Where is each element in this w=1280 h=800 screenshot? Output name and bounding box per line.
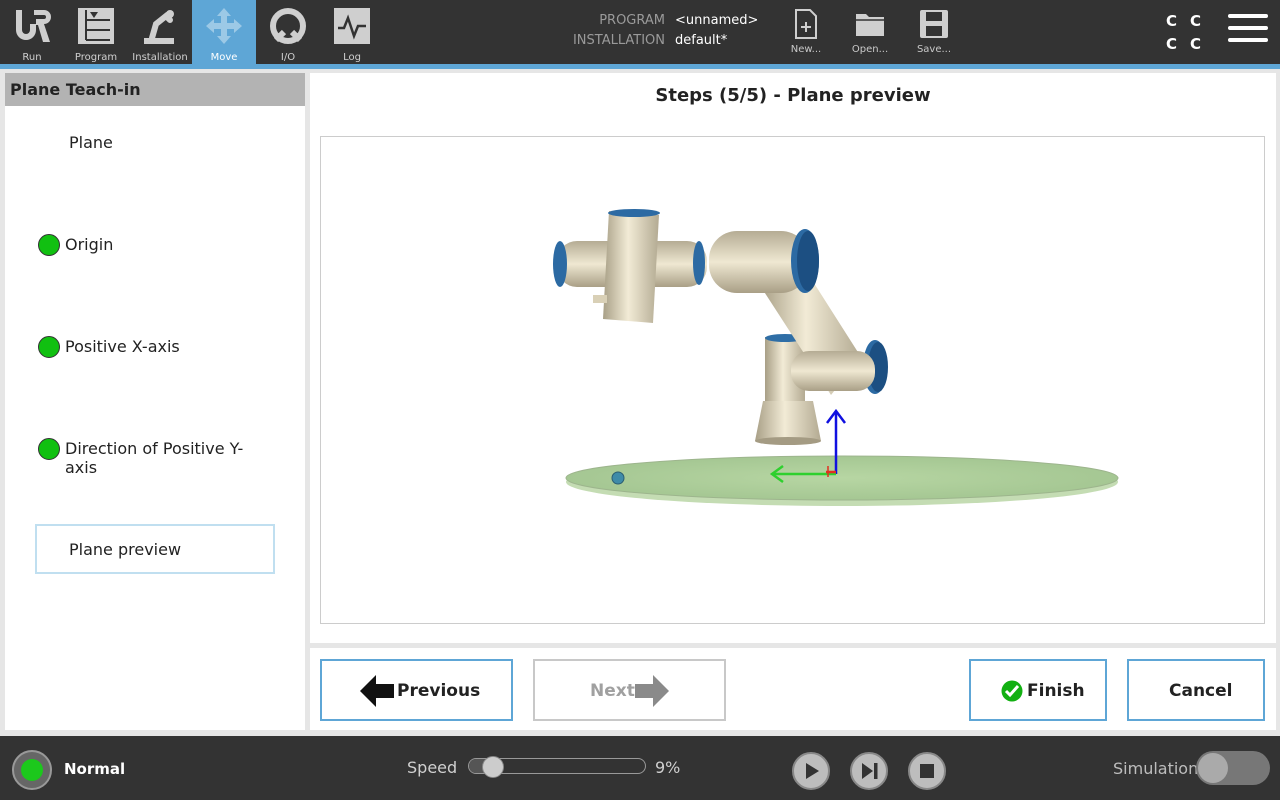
nav-log-label: Log <box>343 52 361 63</box>
step-origin[interactable]: Origin <box>35 220 275 270</box>
step-done-indicator-icon <box>38 234 60 256</box>
step-button[interactable] <box>850 752 888 790</box>
play-button[interactable] <box>792 752 830 790</box>
simulation-toggle-knob <box>1198 753 1228 783</box>
previous-button[interactable]: Previous <box>320 659 513 721</box>
next-button[interactable]: Next <box>533 659 726 721</box>
status-footer: Normal Speed 9% Simulation <box>0 736 1280 800</box>
status-led-icon[interactable] <box>12 750 52 790</box>
step-label: Plane <box>69 133 113 152</box>
step-label: Origin <box>65 235 114 254</box>
step-label: Positive X-axis <box>65 337 180 356</box>
sidebar-header: Plane Teach-in <box>5 73 305 106</box>
cc-indicator: C <box>1190 35 1202 53</box>
simulation-toggle[interactable] <box>1196 751 1270 785</box>
save-disk-icon <box>920 10 948 38</box>
ur-logo-icon <box>16 10 51 42</box>
program-label: PROGRAM <box>599 13 665 28</box>
nav-move-label: Move <box>210 52 238 63</box>
arrow-right-icon <box>635 675 669 707</box>
step-label: Direction of Positive Y-axis <box>65 439 244 477</box>
check-circle-icon <box>1001 680 1023 702</box>
robot-plane-preview-image <box>553 209 1119 506</box>
steps-sidebar: Plane Teach-in Plane Origin Positive X-a… <box>5 73 305 730</box>
step-plane[interactable]: Plane <box>35 118 275 168</box>
nav-io-button[interactable]: I/O <box>256 0 320 64</box>
nav-log-button[interactable]: Log <box>320 0 384 64</box>
installation-value: default* <box>675 33 728 48</box>
nav-installation-button[interactable]: Installation <box>128 0 192 64</box>
nav-installation-label: Installation <box>132 52 188 63</box>
log-icon <box>334 8 370 44</box>
nav-program-label: Program <box>74 52 118 63</box>
open-file-label: Open... <box>851 44 889 55</box>
nav-move-button[interactable]: Move <box>192 0 256 64</box>
nav-io-label: I/O <box>280 52 296 63</box>
page-title: Steps (5/5) - Plane preview <box>655 85 931 106</box>
nav-program-button[interactable]: Program <box>64 0 128 64</box>
previous-label: Previous <box>397 681 481 701</box>
step-done-indicator-icon <box>38 438 60 460</box>
simulation-label: Simulation <box>1113 759 1199 778</box>
step-direction-positive-y-axis[interactable]: Direction of Positive Y-axis <box>35 424 275 477</box>
save-file-button[interactable]: Save... <box>904 0 964 64</box>
speed-label: Speed <box>407 758 458 777</box>
top-bar-accent <box>0 64 1280 69</box>
nav-run-button[interactable]: Run <box>0 0 64 64</box>
next-label: Next <box>590 681 635 701</box>
open-folder-icon <box>856 14 884 36</box>
open-file-button[interactable]: Open... <box>840 0 900 64</box>
step-done-indicator-icon <box>38 336 60 358</box>
new-file-button[interactable]: New... <box>776 0 836 64</box>
play-icon <box>806 763 819 779</box>
program-icon <box>78 8 114 44</box>
nav-run-label: Run <box>22 52 42 63</box>
finish-label: Finish <box>1027 681 1085 701</box>
skip-forward-icon <box>862 763 878 779</box>
new-file-icon <box>795 9 817 39</box>
step-positive-x-axis[interactable]: Positive X-axis <box>35 322 275 372</box>
cancel-label: Cancel <box>1169 681 1233 701</box>
program-value: <unnamed> <box>675 13 759 28</box>
top-bar: Run Program Installation Move I/O Log PR… <box>0 0 1280 64</box>
cc-indicator: C <box>1166 12 1178 30</box>
stop-button[interactable] <box>908 752 946 790</box>
hamburger-menu-icon[interactable] <box>1228 14 1268 48</box>
sidebar-title: Plane Teach-in <box>10 80 141 99</box>
installation-label: INSTALLATION <box>572 33 665 48</box>
speed-value: 9% <box>655 758 681 777</box>
stop-icon <box>920 764 934 778</box>
main-panel: Steps (5/5) - Plane preview <box>310 73 1276 643</box>
robot-status-text: Normal <box>64 760 126 778</box>
finish-button[interactable]: Finish <box>969 659 1107 721</box>
cc-indicator: C <box>1166 35 1178 53</box>
arrow-left-icon <box>360 675 394 707</box>
step-plane-preview[interactable]: Plane preview <box>35 524 275 574</box>
action-bar: Previous Next Finish Cancel <box>310 648 1276 730</box>
cc-indicator: C <box>1190 12 1202 30</box>
3d-viewport[interactable] <box>320 136 1265 624</box>
installation-icon <box>144 10 174 44</box>
io-icon <box>270 8 306 44</box>
step-label: Plane preview <box>69 540 182 559</box>
save-file-label: Save... <box>916 44 952 55</box>
new-file-label: New... <box>790 44 822 55</box>
cancel-button[interactable]: Cancel <box>1127 659 1265 721</box>
speed-slider-handle[interactable] <box>482 756 504 778</box>
move-icon <box>206 8 242 44</box>
